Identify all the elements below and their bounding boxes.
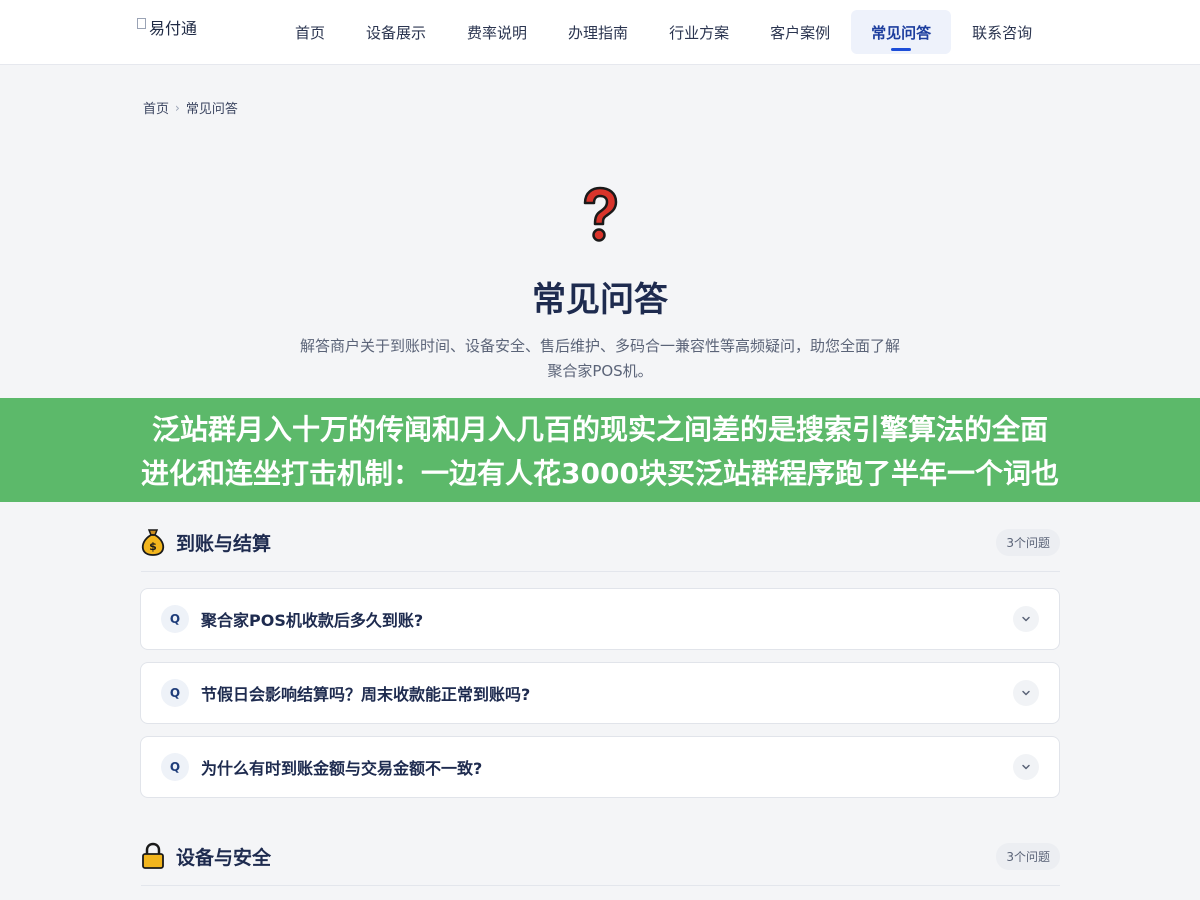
- nav-devices[interactable]: 设备展示: [346, 10, 446, 54]
- faq-section-title: 到账与结算: [176, 532, 272, 555]
- lock-icon: [142, 842, 164, 869]
- question-count-badge: 3个问题: [996, 528, 1060, 556]
- chevron-down-icon[interactable]: [1013, 606, 1039, 632]
- faq-section-header-settlement: $ 到账与结算 3个问题: [141, 520, 1060, 564]
- q-badge: Q: [161, 679, 189, 707]
- broken-image-icon: [137, 18, 146, 29]
- banner-line-2: 进化和连坐打击机制：一边有人花3000块买泛站群程序跑了半年一个词也: [141, 457, 1059, 490]
- money-bag-icon: $: [141, 529, 165, 556]
- question-mark-icon: [583, 186, 618, 242]
- nav-home[interactable]: 首页: [275, 10, 345, 54]
- faq-item[interactable]: Q 节假日会影响结算吗？周末收款能正常到账吗?: [140, 662, 1060, 724]
- page-description: 解答商户关于到账时间、设备安全、售后维护、多码合一兼容性等高频疑问，助您全面了解…: [300, 337, 901, 380]
- overlay-ad-banner[interactable]: 泛站群月入十万的传闻和月入几百的现实之间差的是搜索引擎算法的全面 进化和连坐打击…: [0, 398, 1200, 502]
- faq-section-title: 设备与安全: [176, 846, 272, 869]
- breadcrumb-home-link[interactable]: 首页: [143, 98, 169, 117]
- svg-text:$: $: [149, 540, 157, 553]
- faq-question: 聚合家POS机收款后多久到账?: [201, 611, 424, 630]
- site-header: 易付通 首页 设备展示 费率说明 办理指南 行业方案 客户案例 常见问答 联系咨…: [0, 0, 1200, 65]
- main-nav: 首页 设备展示 费率说明 办理指南 行业方案 客户案例 常见问答 联系咨询: [275, 10, 1053, 54]
- logo-alt-text: 易付通: [149, 19, 198, 38]
- faq-section-header-security: 设备与安全 3个问题: [141, 834, 1060, 878]
- breadcrumb-separator: ›: [175, 100, 180, 115]
- breadcrumb-current: 常见问答: [185, 102, 238, 117]
- nav-guide[interactable]: 办理指南: [548, 10, 648, 54]
- chevron-down-icon[interactable]: [1013, 754, 1039, 780]
- page-title: 常见问答: [532, 280, 668, 320]
- q-badge: Q: [161, 753, 189, 781]
- question-count-badge: 3个问题: [996, 842, 1060, 870]
- nav-cases[interactable]: 客户案例: [750, 10, 850, 54]
- nav-contact[interactable]: 联系咨询: [952, 10, 1052, 54]
- nav-rates[interactable]: 费率说明: [447, 10, 547, 54]
- faq-question: 为什么有时到账金额与交易金额不一致?: [201, 759, 483, 778]
- q-badge: Q: [161, 605, 189, 633]
- chevron-down-icon[interactable]: [1013, 680, 1039, 706]
- faq-item[interactable]: Q 聚合家POS机收款后多久到账?: [140, 588, 1060, 650]
- section-divider: [141, 885, 1060, 886]
- banner-line-1: 泛站群月入十万的传闻和月入几百的现实之间差的是搜索引擎算法的全面: [151, 413, 1048, 446]
- nav-faq[interactable]: 常见问答: [851, 10, 952, 54]
- site-logo[interactable]: 易付通: [137, 15, 227, 51]
- faq-item[interactable]: Q 为什么有时到账金额与交易金额不一致?: [140, 736, 1060, 798]
- faq-question: 节假日会影响结算吗？周末收款能正常到账吗?: [201, 685, 531, 704]
- nav-solutions[interactable]: 行业方案: [649, 10, 749, 54]
- breadcrumb: 首页 › 常见问答: [143, 98, 238, 118]
- section-divider: [141, 571, 1060, 572]
